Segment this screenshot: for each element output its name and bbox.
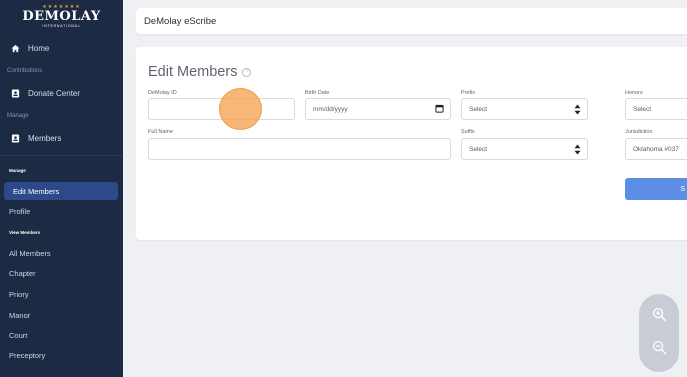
zoom-out-icon xyxy=(652,340,667,360)
jurisdiction-select[interactable]: Oklahoma #037 xyxy=(625,138,687,160)
submenu-heading-view-members: View Members xyxy=(9,230,41,235)
section-label-manage: Manage xyxy=(7,113,29,119)
sidebar-item-home[interactable]: Home xyxy=(11,44,49,53)
submenu-heading-manage: Manage xyxy=(9,168,26,173)
sidebar-item-donate-center[interactable]: Donate Center xyxy=(11,89,80,98)
zoom-in-button[interactable] xyxy=(649,307,669,327)
sidebar-item-members[interactable]: Members xyxy=(11,134,61,143)
birth-date-input[interactable]: mm/dd/yyyy xyxy=(305,98,451,120)
section-label-contributions: Contributions xyxy=(7,68,43,74)
logo-subtext: INTERNATIONAL xyxy=(42,24,81,28)
suffix-value: Select xyxy=(469,145,488,153)
suffix-label: Suffix xyxy=(461,129,475,135)
home-icon xyxy=(11,44,20,53)
honors-label: Honors xyxy=(625,90,643,96)
zoom-in-icon xyxy=(652,307,667,327)
sidebar-item-preceptory[interactable]: Preceptory xyxy=(9,351,45,360)
birth-date-placeholder: mm/dd/yyyy xyxy=(313,105,348,113)
sidebar-item-label: Members xyxy=(28,134,62,143)
honors-value: Select xyxy=(633,105,652,113)
jurisdiction-label: Jurisdiction xyxy=(625,129,653,135)
sidebar-item-priory[interactable]: Priory xyxy=(9,290,29,299)
logo-text: DeMolay xyxy=(22,9,101,24)
demolay-id-label: DeMolay ID xyxy=(148,90,177,96)
birth-date-label: Birth Date xyxy=(305,90,330,96)
sidebar-item-label: Home xyxy=(28,44,50,53)
demolay-logo[interactable]: ★★★★★★★ DeMolay INTERNATIONAL xyxy=(0,0,123,34)
page-title-text: Edit Members xyxy=(148,64,238,80)
page-title: Edit Members ? xyxy=(148,64,252,80)
prefix-label: Prefix xyxy=(461,90,476,96)
sidebar-item-chapter[interactable]: Chapter xyxy=(9,269,36,278)
jurisdiction-value: Oklahoma #037 xyxy=(633,145,679,153)
sidebar-item-all-members[interactable]: All Members xyxy=(9,249,51,258)
save-button[interactable]: S xyxy=(625,178,687,200)
prefix-value: Select xyxy=(469,105,488,113)
id-card-icon xyxy=(11,89,20,98)
click-indicator xyxy=(219,88,262,130)
full-name-label: Full Name xyxy=(148,129,174,135)
sidebar-item-profile[interactable]: Profile xyxy=(9,207,30,216)
sidebar-divider xyxy=(0,155,123,156)
sidebar-item-label: Donate Center xyxy=(28,89,81,98)
sidebar-item-edit-members[interactable]: Edit Members xyxy=(4,182,118,200)
full-name-input[interactable] xyxy=(148,138,451,160)
zoom-out-button[interactable] xyxy=(649,340,669,360)
top-bar: DeMolay eScribe xyxy=(136,8,687,34)
save-button-label: S xyxy=(680,185,685,193)
sidebar-item-court[interactable]: Court xyxy=(9,331,27,340)
calendar-icon[interactable] xyxy=(435,104,444,115)
sidebar: ★★★★★★★ DeMolay INTERNATIONAL Home Contr… xyxy=(0,0,123,377)
app-title: DeMolay eScribe xyxy=(144,16,217,27)
zoom-controls xyxy=(639,294,679,372)
prefix-select[interactable]: Select xyxy=(461,98,588,120)
honors-select[interactable]: Select xyxy=(625,98,687,120)
edit-members-card: Edit Members ? DeMolay ID Birth Date mm/… xyxy=(136,47,687,240)
suffix-select[interactable]: Select xyxy=(461,138,588,160)
help-icon[interactable]: ? xyxy=(242,67,252,77)
sort-arrows-icon xyxy=(574,104,581,117)
sort-arrows-icon xyxy=(574,144,581,157)
id-card-icon xyxy=(11,134,20,143)
sidebar-item-manor[interactable]: Manor xyxy=(9,311,30,320)
sidebar-item-label: Edit Members xyxy=(13,186,60,196)
